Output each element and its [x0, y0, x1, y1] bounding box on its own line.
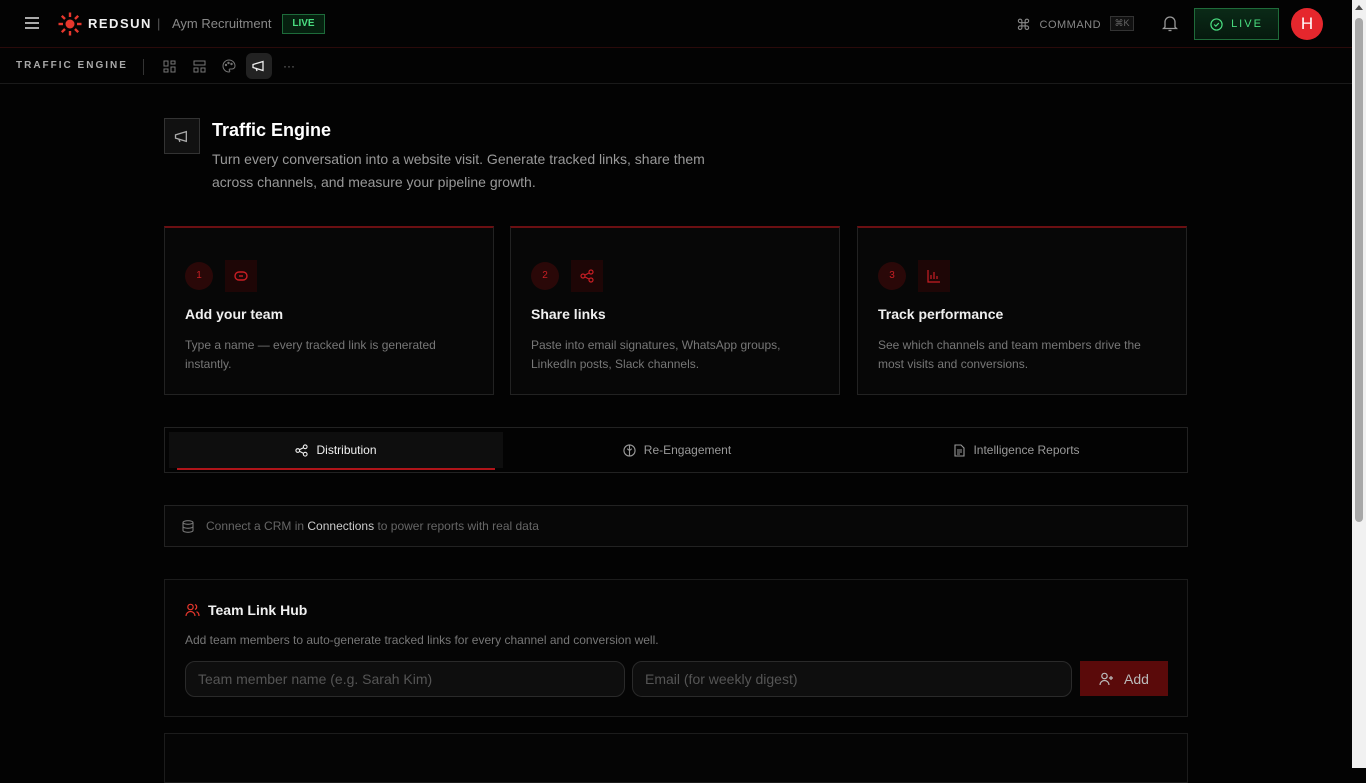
step-number: 2 — [531, 262, 559, 290]
command-shortcut: ⌘K — [1110, 16, 1134, 31]
sub-toolbar: TRAFFIC ENGINE ··· — [0, 49, 1352, 84]
team-link-hub: Team Link Hub Add team members to auto-g… — [164, 579, 1188, 717]
section-title: TRAFFIC ENGINE — [16, 60, 128, 71]
page-description: Turn every conversation into a website v… — [212, 148, 732, 194]
layout-icon[interactable] — [186, 53, 212, 79]
top-bar: REDSUN | Aym Recruitment LIVE ⌘ COMMAND … — [0, 0, 1352, 48]
tab-re-engagement[interactable]: Re-Engagement — [510, 432, 844, 468]
live-button-label: LIVE — [1231, 18, 1263, 30]
hub-description: Add team members to auto-generate tracke… — [185, 633, 659, 647]
more-icon[interactable]: ··· — [276, 53, 302, 79]
redsun-logo-icon[interactable] — [58, 12, 82, 36]
step-description: Type a name — every tracked link is gene… — [185, 336, 465, 374]
tab-label: Intelligence Reports — [973, 443, 1079, 457]
step-card: 1 Add your team Type a name — every trac… — [164, 226, 494, 395]
hub-header: Team Link Hub — [185, 602, 307, 618]
add-label: Add — [1124, 671, 1149, 687]
live-button[interactable]: LIVE — [1194, 8, 1279, 40]
link-icon — [225, 260, 257, 292]
crm-notice-suffix: to power reports with real data — [377, 519, 538, 533]
tab-label: Re-Engagement — [644, 443, 731, 457]
divider — [143, 59, 144, 75]
scrollbar[interactable] — [1352, 0, 1366, 768]
tab-distribution[interactable]: Distribution — [169, 432, 503, 468]
megaphone-icon — [164, 118, 200, 154]
users-icon — [185, 603, 200, 617]
crm-notice-text: Connect a CRM in Connections to power re… — [206, 519, 539, 533]
add-member-button[interactable]: Add — [1080, 661, 1168, 696]
live-badge: LIVE — [282, 14, 325, 34]
command-label: COMMAND — [1040, 19, 1102, 31]
step-title: Add your team — [185, 306, 283, 322]
megaphone-icon[interactable] — [246, 53, 272, 79]
share-icon — [295, 444, 308, 457]
grid-icon[interactable] — [156, 53, 182, 79]
step-number: 1 — [185, 262, 213, 290]
avatar[interactable]: H — [1291, 8, 1323, 40]
step-title: Share links — [531, 306, 606, 322]
check-circle-icon — [1210, 18, 1223, 31]
crm-notice: Connect a CRM in Connections to power re… — [164, 505, 1188, 547]
tab-bar: Distribution Re-Engagement Intelligence … — [164, 427, 1188, 473]
crm-notice-prefix: Connect a CRM in — [206, 519, 304, 533]
database-icon — [182, 520, 194, 533]
user-plus-icon — [1099, 672, 1114, 686]
connections-link[interactable]: Connections — [307, 519, 374, 533]
step-description: Paste into email signatures, WhatsApp gr… — [531, 336, 811, 374]
bell-icon[interactable] — [1162, 15, 1178, 32]
scroll-up-icon[interactable] — [1355, 5, 1363, 10]
tab-intelligence-reports[interactable]: Intelligence Reports — [850, 432, 1184, 468]
command-button[interactable]: ⌘ COMMAND — [1016, 16, 1101, 34]
step-card: 2 Share links Paste into email signature… — [510, 226, 840, 395]
step-number: 3 — [878, 262, 906, 290]
next-section-panel — [164, 733, 1188, 783]
tab-label: Distribution — [316, 443, 376, 457]
menu-icon[interactable] — [25, 17, 39, 29]
divider: | — [157, 16, 160, 31]
team-member-name-input[interactable] — [185, 661, 625, 697]
brain-icon — [623, 444, 636, 457]
step-card: 3 Track performance See which channels a… — [857, 226, 1187, 395]
page-title: Traffic Engine — [212, 120, 331, 141]
brand-name: REDSUN — [88, 16, 152, 31]
share-icon — [571, 260, 603, 292]
step-description: See which channels and team members driv… — [878, 336, 1158, 374]
hub-title: Team Link Hub — [208, 602, 307, 618]
step-title: Track performance — [878, 306, 1003, 322]
email-input[interactable] — [632, 661, 1072, 697]
scrollbar-thumb[interactable] — [1355, 18, 1363, 522]
palette-icon[interactable] — [216, 53, 242, 79]
bar-chart-icon — [918, 260, 950, 292]
organization-name[interactable]: Aym Recruitment — [172, 16, 271, 31]
document-icon — [954, 444, 965, 457]
command-icon: ⌘ — [1016, 16, 1032, 34]
